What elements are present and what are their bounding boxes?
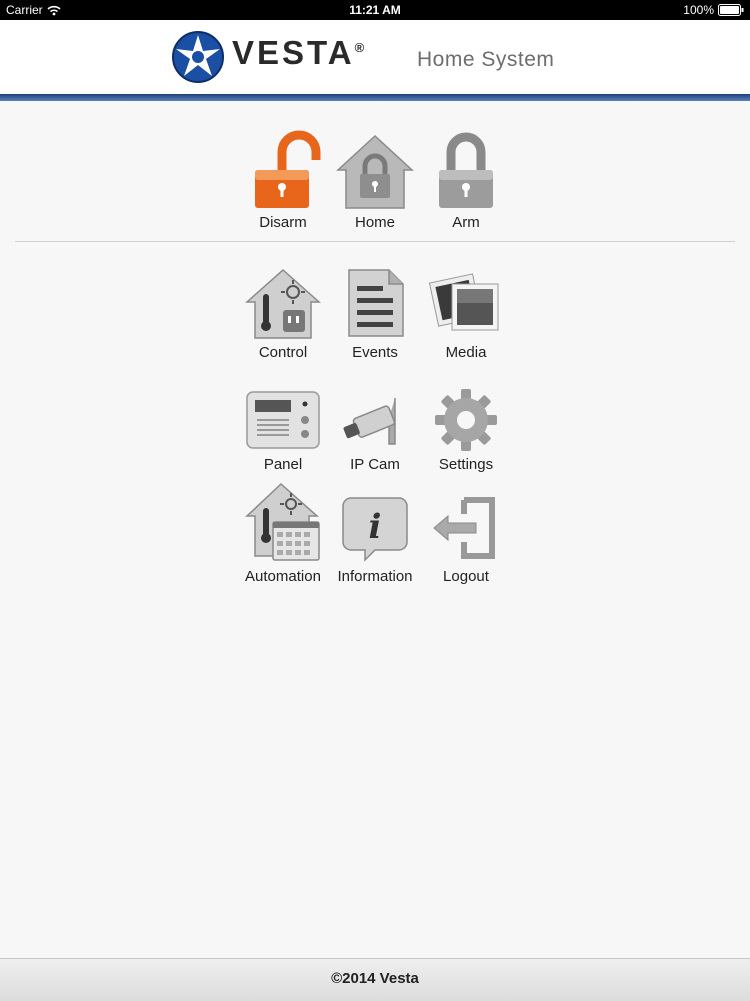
panel-label: Panel (263, 456, 303, 473)
ip-cam-button[interactable]: IP Cam (325, 388, 425, 473)
media-button[interactable]: Media (416, 266, 516, 361)
control-button[interactable]: Control (233, 266, 333, 361)
copyright-text: ©2014 Vesta (331, 970, 419, 987)
status-bar: Carrier 11:21 AM 100% (0, 0, 750, 20)
settings-label: Settings (438, 456, 494, 473)
disarm-label: Disarm (259, 214, 307, 231)
battery-indicator: 100% (683, 3, 744, 17)
arm-button[interactable]: Arm (416, 130, 516, 231)
home-label: Home (354, 214, 395, 231)
svg-text:i: i (369, 507, 382, 547)
logout-button[interactable]: Logout (416, 492, 516, 585)
logout-icon (433, 497, 495, 559)
camera-icon (343, 398, 396, 445)
brand-subtitle: Home System (417, 48, 555, 71)
document-icon (348, 269, 404, 337)
lock-icon (439, 132, 493, 208)
gear-icon (435, 389, 497, 451)
control-label: Control (258, 344, 308, 361)
unlock-icon (255, 130, 321, 208)
home-lock-icon (336, 134, 414, 209)
info-icon: i (342, 497, 408, 562)
panel-button[interactable]: Panel (233, 388, 333, 473)
events-button[interactable]: Events (325, 266, 425, 361)
panel-device-icon (246, 391, 320, 449)
section-divider (15, 241, 735, 242)
arm-label: Arm (452, 214, 480, 231)
battery-icon (718, 4, 744, 16)
automation-icon (245, 482, 320, 561)
logout-label: Logout (443, 568, 489, 585)
automation-label: Automation (245, 568, 321, 585)
media-label: Media (445, 344, 487, 361)
information-button[interactable]: i Information (325, 492, 425, 585)
photos-icon (428, 273, 499, 331)
battery-percent: 100% (683, 3, 714, 17)
control-house-icon (245, 268, 321, 339)
header-accent-bar (0, 94, 750, 101)
ip-cam-label: IP Cam (350, 456, 400, 473)
app-header (0, 20, 750, 94)
vesta-logo-icon (172, 31, 224, 83)
registered-mark: ® (354, 40, 365, 55)
events-label: Events (352, 344, 398, 361)
disarm-button[interactable]: Disarm (233, 130, 333, 231)
information-label: Information (337, 568, 413, 585)
settings-button[interactable]: Settings (416, 388, 516, 473)
brand-text: VESTA (232, 34, 355, 71)
brand-name: VESTA® (232, 34, 364, 72)
clock: 11:21 AM (349, 3, 401, 17)
footer: ©2014 Vesta (0, 958, 750, 1001)
home-arm-button[interactable]: Home (325, 130, 425, 231)
automation-button[interactable]: Automation (233, 480, 333, 585)
